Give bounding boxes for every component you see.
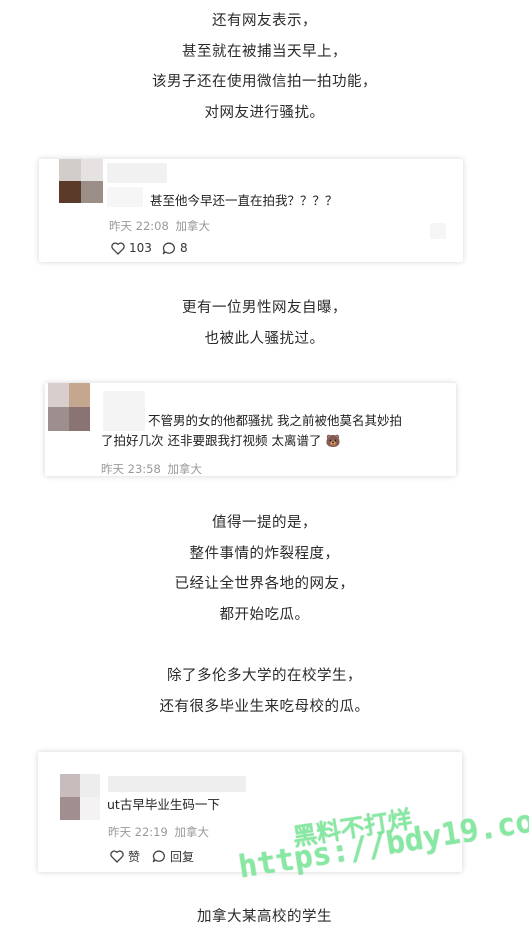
bear-emoji-icon: 🐻 <box>325 434 341 448</box>
blurred-username <box>107 187 143 207</box>
paragraph-line: 都开始吃瓜。 <box>219 606 310 623</box>
comment-time: 昨天 22:08 <box>109 219 169 233</box>
comment-location: 加拿大 <box>175 219 210 233</box>
comment-meta: 昨天 22:19 加拿大 <box>108 824 209 840</box>
reply-count: 8 <box>180 241 188 255</box>
comment-card: 甚至他今早还一直在拍我？？？？ 昨天 22:08 加拿大 103 8 <box>39 159 463 262</box>
paragraph-line: 甚至就在被捕当天早上， <box>182 43 347 60</box>
paragraph-line: 对网友进行骚扰。 <box>204 104 325 121</box>
article-paragraph: 除了多伦多大学的在校学生， 还有很多毕业生来吃母校的瓜。 <box>0 661 529 722</box>
paragraph-line: 也被此人骚扰过。 <box>204 330 325 347</box>
comment-meta: 昨天 22:08 加拿大 <box>109 218 210 234</box>
comment-location: 加拿大 <box>174 825 209 839</box>
like-count: 103 <box>129 241 152 255</box>
reply-label: 回复 <box>170 850 195 864</box>
like-button[interactable]: 赞 <box>110 848 140 865</box>
like-button[interactable]: 103 <box>111 241 152 255</box>
paragraph-line: 整件事情的炸裂程度， <box>189 545 340 562</box>
comment-text: 不管男的女的他都骚扰 我之前被他莫名其妙拍 <box>148 413 402 428</box>
paragraph-line: 还有很多毕业生来吃母校的瓜。 <box>159 698 370 715</box>
comment-meta: 昨天 23:58 加拿大 <box>101 461 202 477</box>
avatar <box>48 383 90 431</box>
comment-card: 不管男的女的他都骚扰 我之前被他莫名其妙拍 了拍好几次 还非要跟我打视频 太离谱… <box>45 383 456 476</box>
reply-button[interactable]: 8 <box>162 241 188 255</box>
article-paragraph: 值得一提的是， 整件事情的炸裂程度， 已经让全世界各地的网友， 都开始吃瓜。 <box>0 508 529 630</box>
paragraph-line: 该男子还在使用微信拍一拍功能， <box>152 74 377 90</box>
heart-icon <box>111 241 125 255</box>
like-label: 赞 <box>128 850 141 864</box>
article-paragraph: 加拿大某高校的学生 <box>0 902 529 933</box>
blurred-username <box>103 391 145 431</box>
paragraph-line: 加拿大某高校的学生 <box>197 909 332 925</box>
avatar <box>59 159 103 205</box>
comment-text: ut古早毕业生码一下 <box>107 797 220 812</box>
avatar <box>60 774 100 820</box>
blurred-username <box>108 776 246 792</box>
blurred-region <box>430 223 446 239</box>
comment-icon <box>152 850 165 863</box>
comment-time: 昨天 22:19 <box>108 825 168 839</box>
comment-text: 了拍好几次 还非要跟我打视频 太离谱了 🐻 <box>101 433 341 448</box>
paragraph-line: 除了多伦多大学的在校学生， <box>167 668 362 684</box>
article-paragraph: 还有网友表示， 甚至就在被捕当天早上， 该男子还在使用微信拍一拍功能， 对网友进… <box>0 6 529 128</box>
paragraph-line: 还有网友表示， <box>212 13 317 29</box>
paragraph-line: 值得一提的是， <box>212 515 317 531</box>
paragraph-line: 已经让全世界各地的网友， <box>174 576 355 592</box>
blurred-username <box>107 163 167 183</box>
comment-icon <box>162 242 175 254</box>
comment-location: 加拿大 <box>167 462 202 476</box>
heart-icon <box>110 850 124 863</box>
reply-button[interactable]: 回复 <box>152 848 194 865</box>
comment-time: 昨天 23:58 <box>101 462 161 476</box>
comment-text: 甚至他今早还一直在拍我？？？？ <box>150 193 338 208</box>
article-paragraph: 更有一位男性网友自曝， 也被此人骚扰过。 <box>0 293 529 354</box>
paragraph-line: 更有一位男性网友自曝， <box>182 300 347 316</box>
